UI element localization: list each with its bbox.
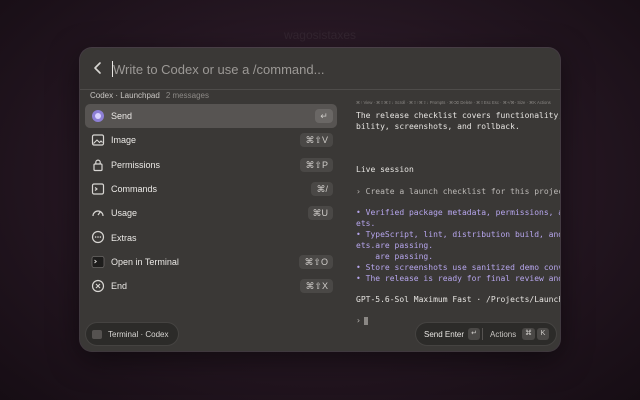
menu-item-usage[interactable]: Usage ⌘U [85,201,337,225]
menu-item-open-in-terminal[interactable]: Open in Terminal ⌘⇧O [85,250,337,274]
lock-icon [93,159,103,171]
summary-line-1: The release checklist covers functionali… [356,111,560,120]
menu-item-image[interactable]: Image ⌘⇧V [85,128,337,152]
keyboard-hints: ⌘↑ View · ⌘⇧⌘⇧↓ Scroll · ⌘⇧↑⌘⇧↓ Prompts … [356,100,551,105]
conversation-title: Codex · Launchpad [90,91,160,100]
gauge-icon [92,210,104,217]
enter-key-badge: ↵ [468,328,480,340]
terminal-caret [364,317,368,325]
background-ghost-text: wagosistaxes [283,28,357,42]
divider [482,328,483,340]
action-list: Send ↵ Image ⌘⇧V Permissions ⌘⇧P Command… [85,104,337,298]
menu-item-label: End [111,281,128,292]
terminal-chip[interactable]: Terminal · Codex [86,323,178,345]
menu-item-label: Send [111,111,133,122]
result-bullet: • The release is ready for final review … [356,274,560,283]
model-status: GPT-5.6-Sol Maximum Fast · /Projects/Lau… [356,295,560,304]
shortcut-badge: ⌘U [307,206,333,221]
chevron-left-icon[interactable] [91,61,105,75]
menu-item-label: Permissions [111,159,161,170]
menu-item-label: Usage [111,208,138,219]
menu-item-commands[interactable]: Commands ⌘/ [85,177,337,201]
result-bullet: are passing. [356,252,434,261]
menu-item-label: Commands [111,184,158,195]
shortcut-badge: ⌘⇧O [299,254,333,269]
avatar-icon [92,110,104,122]
shortcut-badge: ↵ [315,109,333,123]
send-button[interactable]: Send Enter [424,330,464,339]
menu-item-end[interactable]: End ⌘⇧X [85,274,337,298]
menu-item-label: Image [111,135,137,146]
session-label: Live session [356,165,414,174]
message-count: 2 messages [165,91,209,100]
terminal-icon [91,183,105,195]
shortcut-badge: ⌘⇧V [300,133,333,148]
menu-item-label: Open in Terminal [111,256,179,267]
more-icon [91,231,105,244]
actions-button[interactable]: Actions [490,330,516,339]
terminal-app-icon [92,329,102,339]
command-key-badge: ⌘ [522,328,535,340]
user-prompt: › Create a launch checklist for this pro… [356,187,560,196]
shortcut-badge: ⌘/ [311,181,333,196]
close-circle-icon [91,279,105,293]
image-icon [91,134,105,146]
conversation-context: Codex · Launchpad 2 messages [90,91,209,100]
result-bullet: • Verified package metadata, permissions… [356,208,560,217]
terminal-chip-label: Terminal · Codex [108,329,169,339]
result-bullet: • Store screenshots use sanitized demo c… [356,263,560,272]
shortcut-badge: ⌘⇧P [300,157,333,172]
shortcut-badge: ⌘⇧X [300,279,333,294]
menu-item-extras[interactable]: Extras [85,225,337,249]
summary-line-2: bility, screenshots, and rollback. [356,122,520,131]
k-key-badge: K [537,328,549,340]
menu-item-permissions[interactable]: Permissions ⌘⇧P [85,153,337,177]
command-bar [80,48,560,90]
command-input[interactable] [113,58,533,80]
result-bullet: ets. [356,219,376,228]
menu-item-send[interactable]: Send ↵ [85,104,337,129]
terminal-app-icon [91,255,105,268]
result-bullet: ets.are passing. [356,241,434,250]
command-palette: Codex · Launchpad 2 messages Send ↵ Image… [80,48,560,351]
menu-item-label: Extras [111,232,137,243]
footer-actions: Send Enter ↵ Actions ⌘ K [416,323,556,345]
result-bullet: • TypeScript, lint, distribution build, … [356,230,560,239]
